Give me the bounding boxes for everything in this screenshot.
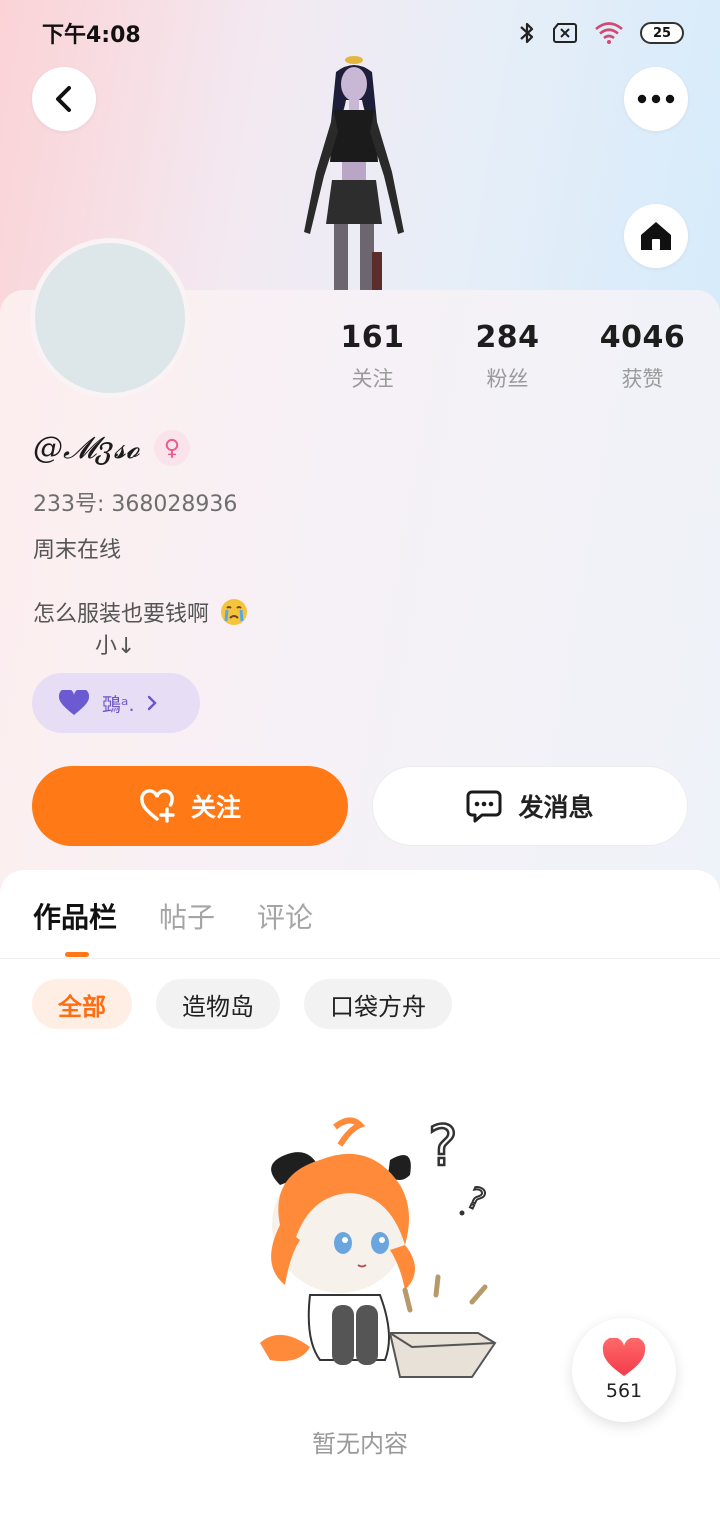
status-time: 下午4:08 <box>42 23 141 48</box>
bluetooth-icon <box>520 22 534 44</box>
status-icons: 25 <box>518 20 684 46</box>
stat-fans[interactable]: 284 粉丝 <box>440 320 575 393</box>
stat-fans-value: 284 <box>475 320 540 355</box>
chevron-right-icon <box>148 695 158 711</box>
home-button[interactable] <box>624 204 688 268</box>
bio-line-1: 怎么服装也要钱啊 <box>33 596 249 628</box>
avatar[interactable] <box>30 238 190 398</box>
like-count: 561 <box>605 1380 643 1402</box>
female-icon: ♀ <box>153 430 190 466</box>
stat-likes[interactable]: 4046 获赞 <box>575 320 710 393</box>
follow-button[interactable]: 关注 <box>32 766 348 846</box>
battery-level: 25 <box>652 25 672 41</box>
stat-following-value: 161 <box>340 320 405 355</box>
more-dots-icon <box>637 94 675 104</box>
filter-pocket-ark[interactable]: 口袋方舟 <box>304 979 452 1029</box>
filter-all[interactable]: 全部 <box>32 979 132 1029</box>
home-icon <box>641 222 671 250</box>
tabs-divider <box>0 958 720 959</box>
more-button[interactable] <box>624 67 688 131</box>
stat-following[interactable]: 161 关注 <box>305 320 440 393</box>
guild-name: 鵶ᵃ. <box>102 693 135 716</box>
user-id: 233号: 368028936 <box>33 492 238 517</box>
stat-fans-label: 粉丝 <box>486 367 529 391</box>
online-status: 周末在线 <box>33 538 122 563</box>
character-avatar-figure <box>304 56 404 292</box>
svg-text:?: ? <box>461 1180 490 1218</box>
floating-like-button[interactable]: 561 <box>572 1318 676 1422</box>
profile-stats: 161 关注 284 粉丝 4046 获赞 <box>305 320 710 393</box>
message-button-label: 发消息 <box>518 793 594 822</box>
battery-icon: 25 <box>640 22 684 44</box>
bio-text-1: 怎么服装也要钱啊 <box>33 602 210 627</box>
svg-text:?: ? <box>428 1115 458 1179</box>
filter-chips: 全部 造物岛 口袋方舟 <box>32 979 452 1029</box>
content-tabs: 作品栏 帖子 评论 <box>33 896 313 936</box>
tab-works[interactable]: 作品栏 <box>33 896 117 936</box>
heart-icon <box>58 690 90 715</box>
stat-likes-label: 获赞 <box>621 367 664 391</box>
filter-creation-island[interactable]: 造物岛 <box>156 979 280 1029</box>
stat-following-label: 关注 <box>351 367 394 391</box>
nickname: @𝓜ვ𝓼𝓸 <box>33 430 140 466</box>
nickname-row: @𝓜ვ𝓼𝓸 ♀ <box>33 430 190 466</box>
crying-emoji-icon <box>221 599 248 625</box>
sim-off-icon <box>553 23 577 43</box>
stat-likes-value: 4046 <box>599 320 686 355</box>
guild-chip[interactable]: 鵶ᵃ. <box>32 673 200 733</box>
empty-state-illustration: ? ? <box>260 1115 497 1378</box>
follow-button-label: 关注 <box>190 793 241 822</box>
heart-plus-icon <box>140 789 175 823</box>
back-button[interactable] <box>32 67 96 131</box>
tab-posts[interactable]: 帖子 <box>159 896 215 936</box>
bio-line-2: 小↓ <box>95 634 136 659</box>
wifi-icon <box>595 22 623 44</box>
message-button[interactable]: 发消息 <box>372 766 688 846</box>
heart-icon <box>602 1338 646 1376</box>
tab-active-indicator <box>65 952 89 957</box>
empty-state-text: 暂无内容 <box>312 1430 408 1458</box>
chat-bubble-icon <box>466 790 502 823</box>
chevron-left-icon <box>56 86 71 112</box>
tab-comments[interactable]: 评论 <box>257 896 313 936</box>
